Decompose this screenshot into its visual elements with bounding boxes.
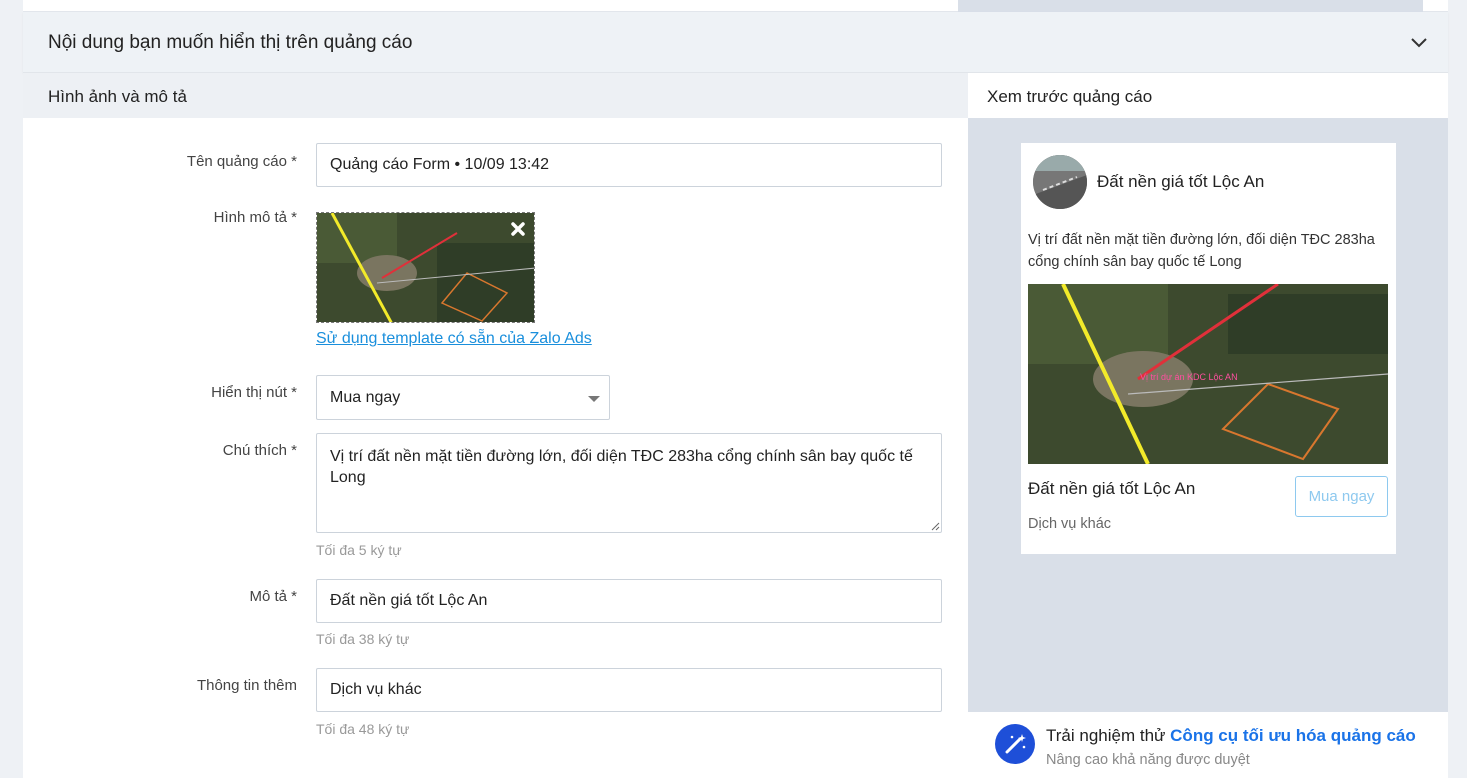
ad-name-input[interactable]: Quảng cáo Form • 10/09 13:42	[316, 143, 942, 187]
chevron-down-icon[interactable]	[1410, 34, 1428, 52]
caption-text: Vị trí đất nền mặt tiền đường lớn, đối d…	[330, 448, 913, 486]
promo-prefix: Trải nghiệm thử	[1046, 726, 1166, 745]
top-strip	[23, 0, 1448, 12]
resize-grip-icon[interactable]	[930, 521, 940, 531]
preview-page-name: Đất nền giá tốt Lộc An	[1097, 172, 1265, 191]
optimization-tool-link[interactable]: Công cụ tối ưu hóa quảng cáo	[1170, 726, 1416, 745]
remove-image-icon[interactable]	[510, 221, 526, 237]
form-panel-heading: Hình ảnh và mô tả	[23, 73, 968, 118]
caption-label: Chú thích *	[222, 442, 297, 459]
content-form-panel: Hình ảnh và mô tả Tên quảng cáo * Quảng …	[23, 73, 968, 778]
preview-subtitle: Dịch vụ khác	[1028, 516, 1112, 532]
magic-wand-icon[interactable]	[995, 724, 1035, 764]
section-title: Nội dung bạn muốn hiển thị trên quảng cá…	[48, 32, 413, 53]
template-link[interactable]: Sử dụng template có sẵn của Zalo Ads	[316, 330, 592, 348]
top-strip-preview-area	[958, 0, 1423, 12]
ad-preview-card: Đất nền giá tốt Lộc An Vị trí đất nền mặ…	[1021, 143, 1396, 554]
extra-info-label: Thông tin thêm	[196, 677, 297, 694]
promo-subtitle: Nâng cao khả năng được duyệt	[1046, 752, 1250, 768]
description-input[interactable]: Đất nền giá tốt Lộc An	[316, 579, 942, 623]
description-hint: Tối đa 38 ký tự	[316, 631, 410, 647]
preview-image-label: Vị trí dự án KDC Lộc AN	[1140, 372, 1238, 382]
preview-panel: Xem trước quảng cáo Đất nền giá tốt Lộc …	[968, 73, 1448, 778]
preview-title: Đất nền giá tốt Lộc An	[1028, 479, 1196, 498]
ad-name-label: Tên quảng cáo *	[186, 153, 297, 170]
promo-banner: Trải nghiệm thử Công cụ tối ưu hóa quảng…	[968, 712, 1448, 778]
button-label: Hiển thị nút *	[211, 384, 297, 401]
caret-down-icon	[588, 396, 600, 402]
image-thumbnail[interactable]	[316, 212, 535, 323]
button-select[interactable]: Mua ngay	[316, 375, 610, 420]
preview-image: Vị trí dự án KDC Lộc AN	[1028, 284, 1388, 464]
promo-line: Trải nghiệm thử Công cụ tối ưu hóa quảng…	[1046, 726, 1416, 746]
extra-info-input[interactable]: Dịch vụ khác	[316, 668, 942, 712]
preview-heading: Xem trước quảng cáo	[968, 73, 1448, 118]
caption-hint: Tối đa 5 ký tự	[316, 542, 402, 558]
map-image	[317, 213, 534, 322]
extra-info-hint: Tối đa 48 ký tự	[316, 721, 410, 737]
button-select-value: Mua ngay	[330, 389, 401, 406]
preview-text: Vị trí đất nền mặt tiền đường lớn, đối d…	[1028, 232, 1375, 270]
caption-textarea[interactable]: Vị trí đất nền mặt tiền đường lớn, đối d…	[316, 433, 942, 533]
section-header[interactable]: Nội dung bạn muốn hiển thị trên quảng cá…	[23, 12, 1448, 73]
description-label: Mô tả *	[249, 588, 297, 605]
image-label: Hình mô tả *	[213, 209, 297, 226]
avatar	[1033, 155, 1087, 209]
preview-cta-button[interactable]: Mua ngay	[1295, 476, 1388, 517]
